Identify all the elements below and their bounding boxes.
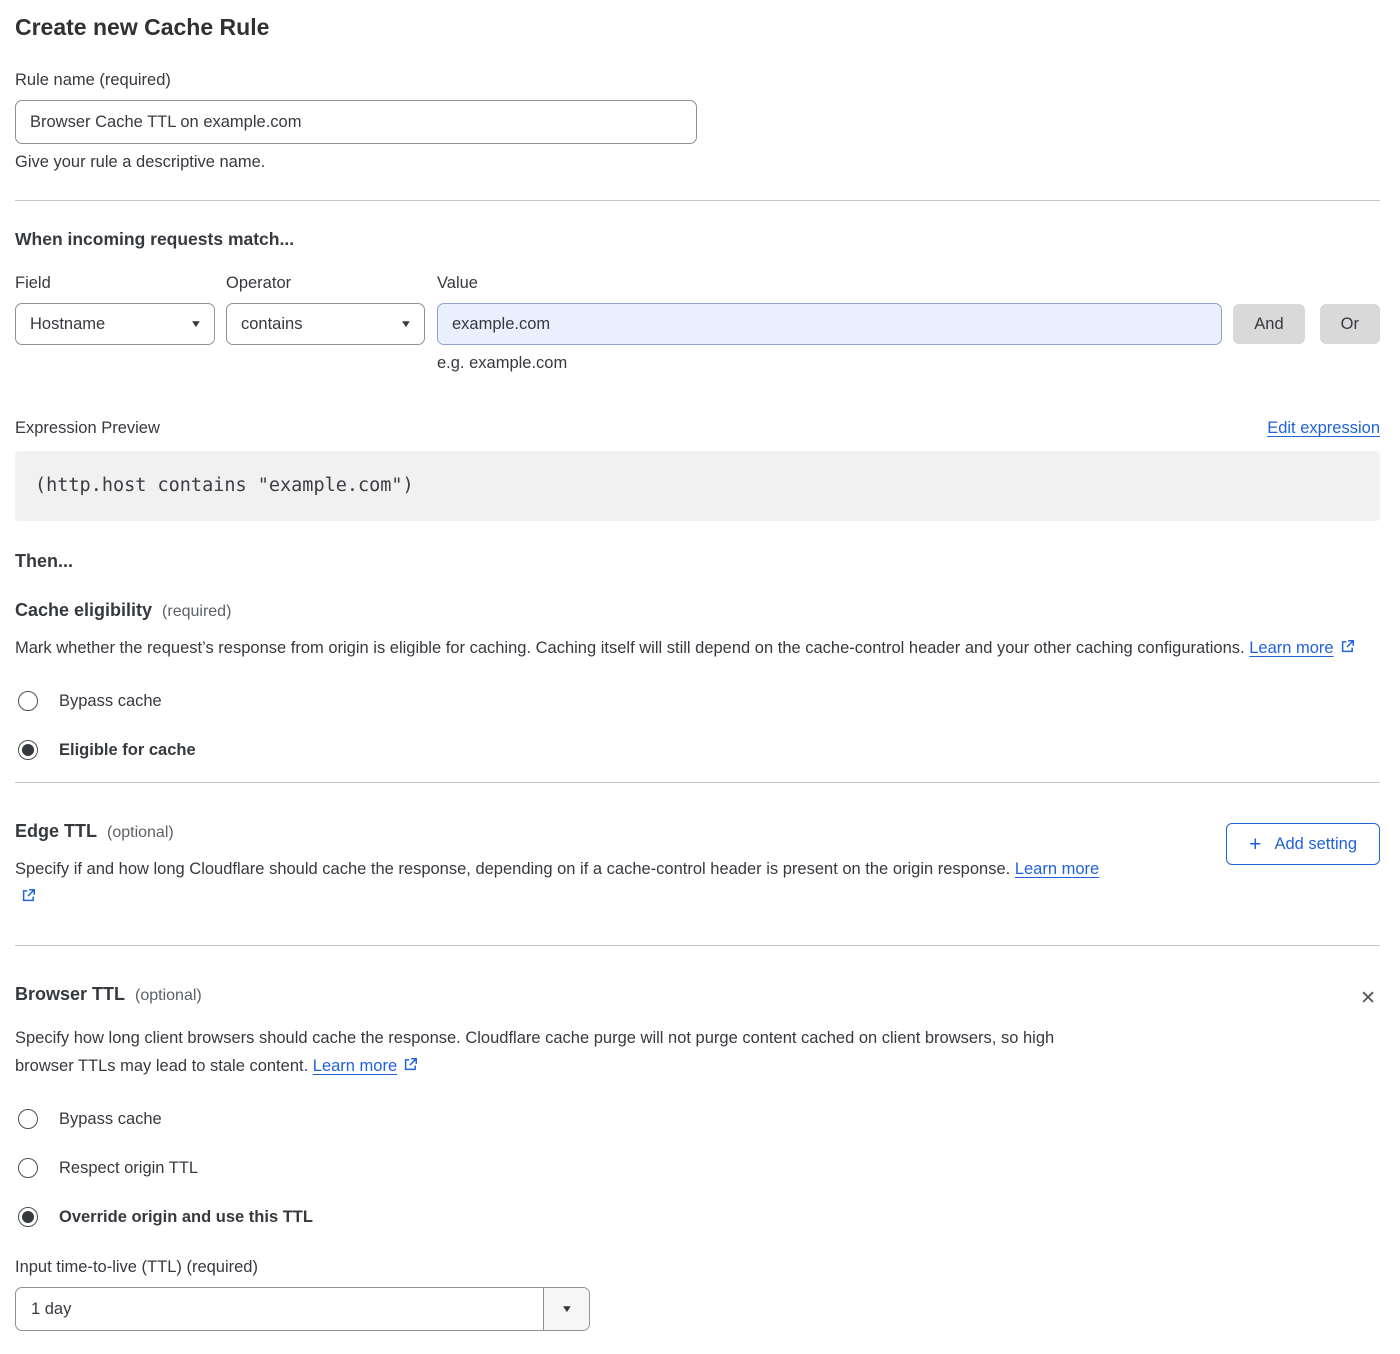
external-link-icon [402, 1054, 419, 1082]
or-button[interactable]: Or [1320, 304, 1380, 344]
browser-ttl-description: Specify how long client browsers should … [15, 1024, 1110, 1082]
value-helper: e.g. example.com [437, 354, 1222, 373]
edge-ttl-description: Specify if and how long Cloudflare shoul… [15, 855, 1110, 913]
radio-browser-bypass-cache[interactable]: Bypass cache [15, 1109, 1380, 1129]
cache-eligibility-description: Mark whether the request’s response from… [15, 634, 1380, 664]
operator-select-value: contains [241, 315, 302, 334]
radio-icon [18, 691, 38, 711]
external-link-icon [1339, 636, 1356, 664]
plus-icon: + [1249, 834, 1261, 855]
ttl-select-dropdown-button[interactable]: ▼ [543, 1288, 589, 1330]
divider [15, 200, 1380, 201]
divider [15, 782, 1380, 783]
divider [15, 945, 1380, 946]
field-select-value: Hostname [30, 315, 105, 334]
operator-select[interactable]: contains ▼ [226, 303, 425, 345]
learn-more-link[interactable]: Learn more [1249, 639, 1333, 657]
ttl-select[interactable]: 1 day ▼ [15, 1287, 590, 1331]
radio-icon [18, 1207, 38, 1227]
add-setting-button[interactable]: + Add setting [1226, 823, 1380, 865]
expression-preview-box: (http.host contains "example.com") [15, 451, 1380, 521]
chevron-down-icon: ▼ [560, 1304, 573, 1315]
edge-ttl-section: Edge TTL (optional) Specify if and how l… [15, 821, 1380, 913]
edit-expression-link[interactable]: Edit expression [1267, 419, 1380, 438]
ttl-input-label: Input time-to-live (TTL) (required) [15, 1258, 1380, 1277]
ttl-select-value: 1 day [16, 1288, 543, 1330]
create-cache-rule-form: Create new Cache Rule Rule name (require… [0, 0, 1400, 1349]
then-heading: Then... [15, 551, 1380, 572]
expression-code: (http.host contains "example.com") [35, 475, 414, 496]
field-select[interactable]: Hostname ▼ [15, 303, 215, 345]
radio-eligible-for-cache[interactable]: Eligible for cache [15, 740, 1380, 760]
edge-ttl-title: Edge TTL [15, 821, 97, 842]
match-heading: When incoming requests match... [15, 229, 1380, 250]
chevron-down-icon: ▼ [190, 319, 203, 330]
cache-eligibility-title: Cache eligibility [15, 600, 152, 621]
browser-ttl-title: Browser TTL [15, 984, 125, 1005]
operator-label: Operator [226, 274, 425, 293]
cache-eligibility-qualifier: (required) [162, 603, 231, 621]
radio-override-origin-ttl[interactable]: Override origin and use this TTL [15, 1207, 1380, 1227]
and-button[interactable]: And [1233, 304, 1304, 344]
radio-icon [18, 740, 38, 760]
edge-ttl-qualifier: (optional) [107, 824, 174, 842]
radio-icon [18, 1109, 38, 1129]
browser-ttl-section-header: Browser TTL (optional) ✕ [15, 984, 1380, 1011]
close-icon[interactable]: ✕ [1356, 986, 1380, 1011]
learn-more-link[interactable]: Learn more [313, 1057, 397, 1075]
cache-eligibility-section: Cache eligibility (required) Mark whethe… [15, 600, 1380, 760]
field-label: Field [15, 274, 215, 293]
radio-bypass-cache[interactable]: Bypass cache [15, 691, 1380, 711]
match-condition-row: Field Hostname ▼ Operator contains ▼ Val… [15, 274, 1380, 373]
rule-name-label: Rule name (required) [15, 71, 1380, 90]
external-link-icon [20, 885, 37, 913]
value-label: Value [437, 274, 1222, 293]
value-input[interactable] [437, 303, 1222, 345]
page-title: Create new Cache Rule [15, 14, 1380, 41]
rule-name-helper: Give your rule a descriptive name. [15, 153, 1380, 172]
learn-more-link[interactable]: Learn more [1015, 860, 1099, 878]
radio-icon [18, 1158, 38, 1178]
chevron-down-icon: ▼ [400, 319, 413, 330]
browser-ttl-qualifier: (optional) [135, 987, 202, 1005]
expression-preview-label: Expression Preview [15, 419, 160, 438]
rule-name-input[interactable] [15, 100, 697, 144]
radio-respect-origin-ttl[interactable]: Respect origin TTL [15, 1158, 1380, 1178]
